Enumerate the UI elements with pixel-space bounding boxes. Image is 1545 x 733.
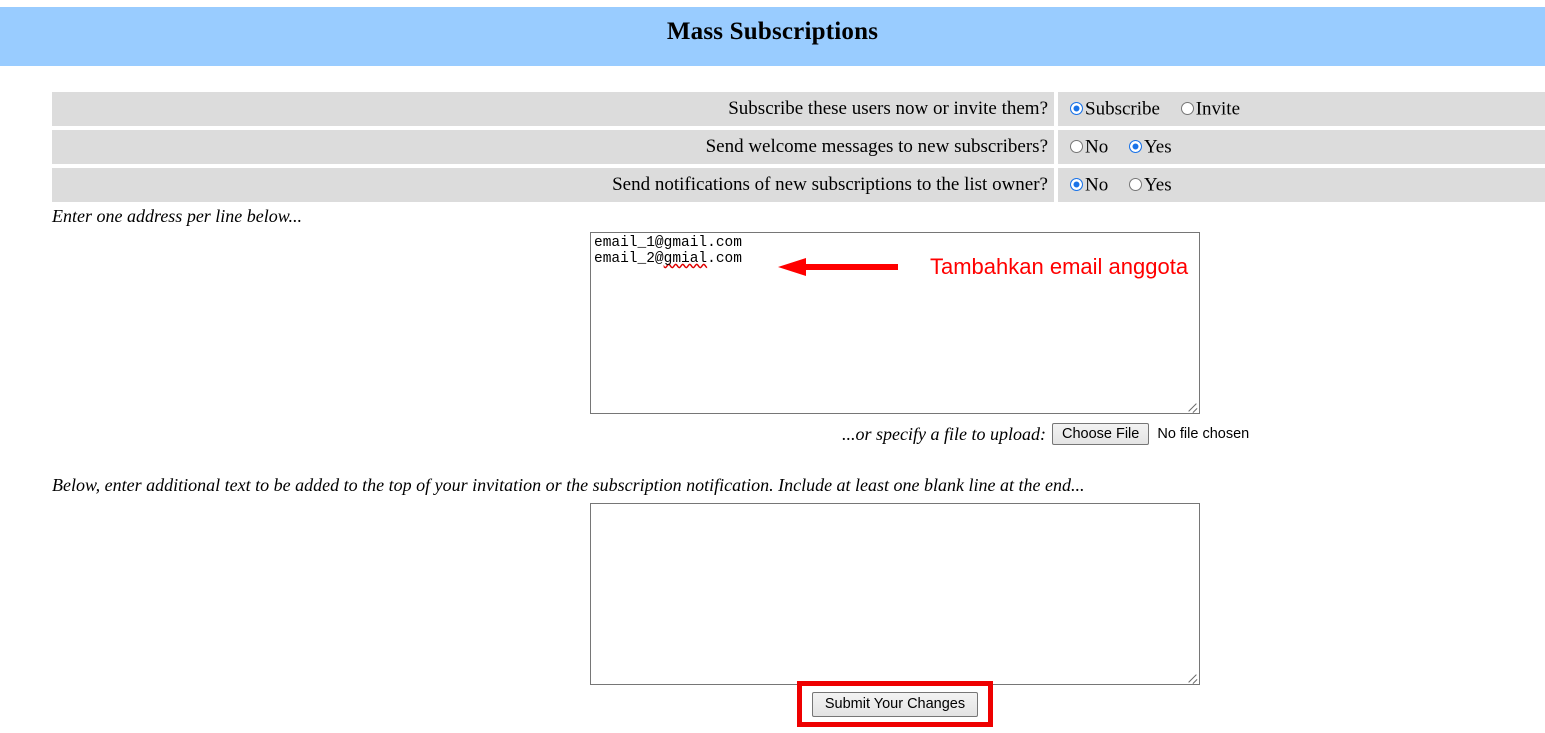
option-label-owner-notifications: Send notifications of new subscriptions … bbox=[52, 168, 1054, 202]
addresses-hint: Enter one address per line below... bbox=[52, 206, 302, 226]
page-header: Mass Subscriptions bbox=[0, 7, 1545, 66]
radio-icon-owner-no[interactable] bbox=[1070, 177, 1083, 191]
radio-icon-welcome-no[interactable] bbox=[1070, 139, 1083, 153]
address-line-2-suffix: .com bbox=[707, 251, 742, 267]
radio-icon-invite[interactable] bbox=[1180, 101, 1194, 115]
radio-icon-welcome-yes[interactable] bbox=[1128, 139, 1142, 153]
resize-handle-addresses[interactable] bbox=[1185, 399, 1198, 412]
radio-label-subscribe: Subscribe bbox=[1085, 98, 1160, 120]
address-line-2-misspelled-word: gmial bbox=[663, 251, 708, 267]
body-hint: Below, enter additional text to be added… bbox=[52, 475, 1085, 495]
radio-label-invite: Invite bbox=[1195, 98, 1241, 120]
option-control-subscribe-or-invite: Subscribe Invite bbox=[1054, 92, 1545, 126]
table-row: Send notifications of new subscriptions … bbox=[52, 168, 1545, 202]
option-label-welcome-messages: Send welcome messages to new subscribers… bbox=[52, 130, 1054, 164]
radio-option-welcome-yes[interactable]: Yes bbox=[1128, 136, 1172, 159]
radio-label-owner-no: No bbox=[1085, 174, 1109, 196]
address-line-1: email_1@gmail.com bbox=[594, 235, 742, 251]
radio-option-subscribe[interactable]: Subscribe bbox=[1070, 98, 1160, 121]
choose-file-button[interactable]: Choose File bbox=[1051, 423, 1150, 446]
submit-button[interactable]: Submit Your Changes bbox=[812, 692, 978, 717]
option-label-subscribe-or-invite: Subscribe these users now or invite them… bbox=[52, 92, 1054, 126]
body-textarea[interactable] bbox=[590, 503, 1200, 685]
radio-icon-subscribe[interactable] bbox=[1070, 101, 1083, 115]
radio-group-subscribe-or-invite: Subscribe Invite bbox=[1070, 98, 1240, 121]
radio-icon-owner-yes[interactable] bbox=[1128, 177, 1142, 191]
address-line-2-prefix: email_2@ bbox=[594, 251, 664, 267]
radio-group-welcome-messages: No Yes bbox=[1070, 136, 1172, 159]
annotation-label: Tambahkan email anggota bbox=[930, 254, 1189, 279]
radio-option-invite[interactable]: Invite bbox=[1180, 98, 1241, 121]
radio-option-owner-yes[interactable]: Yes bbox=[1128, 174, 1172, 197]
table-row: Subscribe these users now or invite them… bbox=[52, 92, 1545, 126]
file-upload-label: ...or specify a file to upload: bbox=[842, 424, 1046, 445]
resize-handle-body[interactable] bbox=[1185, 670, 1198, 683]
radio-option-welcome-no[interactable]: No bbox=[1070, 136, 1108, 159]
page-title: Mass Subscriptions bbox=[666, 18, 879, 45]
radio-label-owner-yes: Yes bbox=[1143, 174, 1172, 196]
radio-label-welcome-no: No bbox=[1085, 136, 1109, 158]
radio-label-welcome-yes: Yes bbox=[1143, 136, 1172, 158]
radio-group-owner-notifications: No Yes bbox=[1070, 174, 1172, 197]
option-control-owner-notifications: No Yes bbox=[1054, 168, 1545, 202]
file-upload-row: ...or specify a file to upload: Choose Fi… bbox=[842, 423, 1250, 446]
table-row: Send welcome messages to new subscribers… bbox=[52, 130, 1545, 164]
file-status-text: No file chosen bbox=[1157, 426, 1250, 443]
radio-option-owner-no[interactable]: No bbox=[1070, 174, 1108, 197]
left-arrow-icon bbox=[778, 258, 898, 276]
option-control-welcome-messages: No Yes bbox=[1054, 130, 1545, 164]
options-table: Subscribe these users now or invite them… bbox=[52, 88, 1545, 206]
